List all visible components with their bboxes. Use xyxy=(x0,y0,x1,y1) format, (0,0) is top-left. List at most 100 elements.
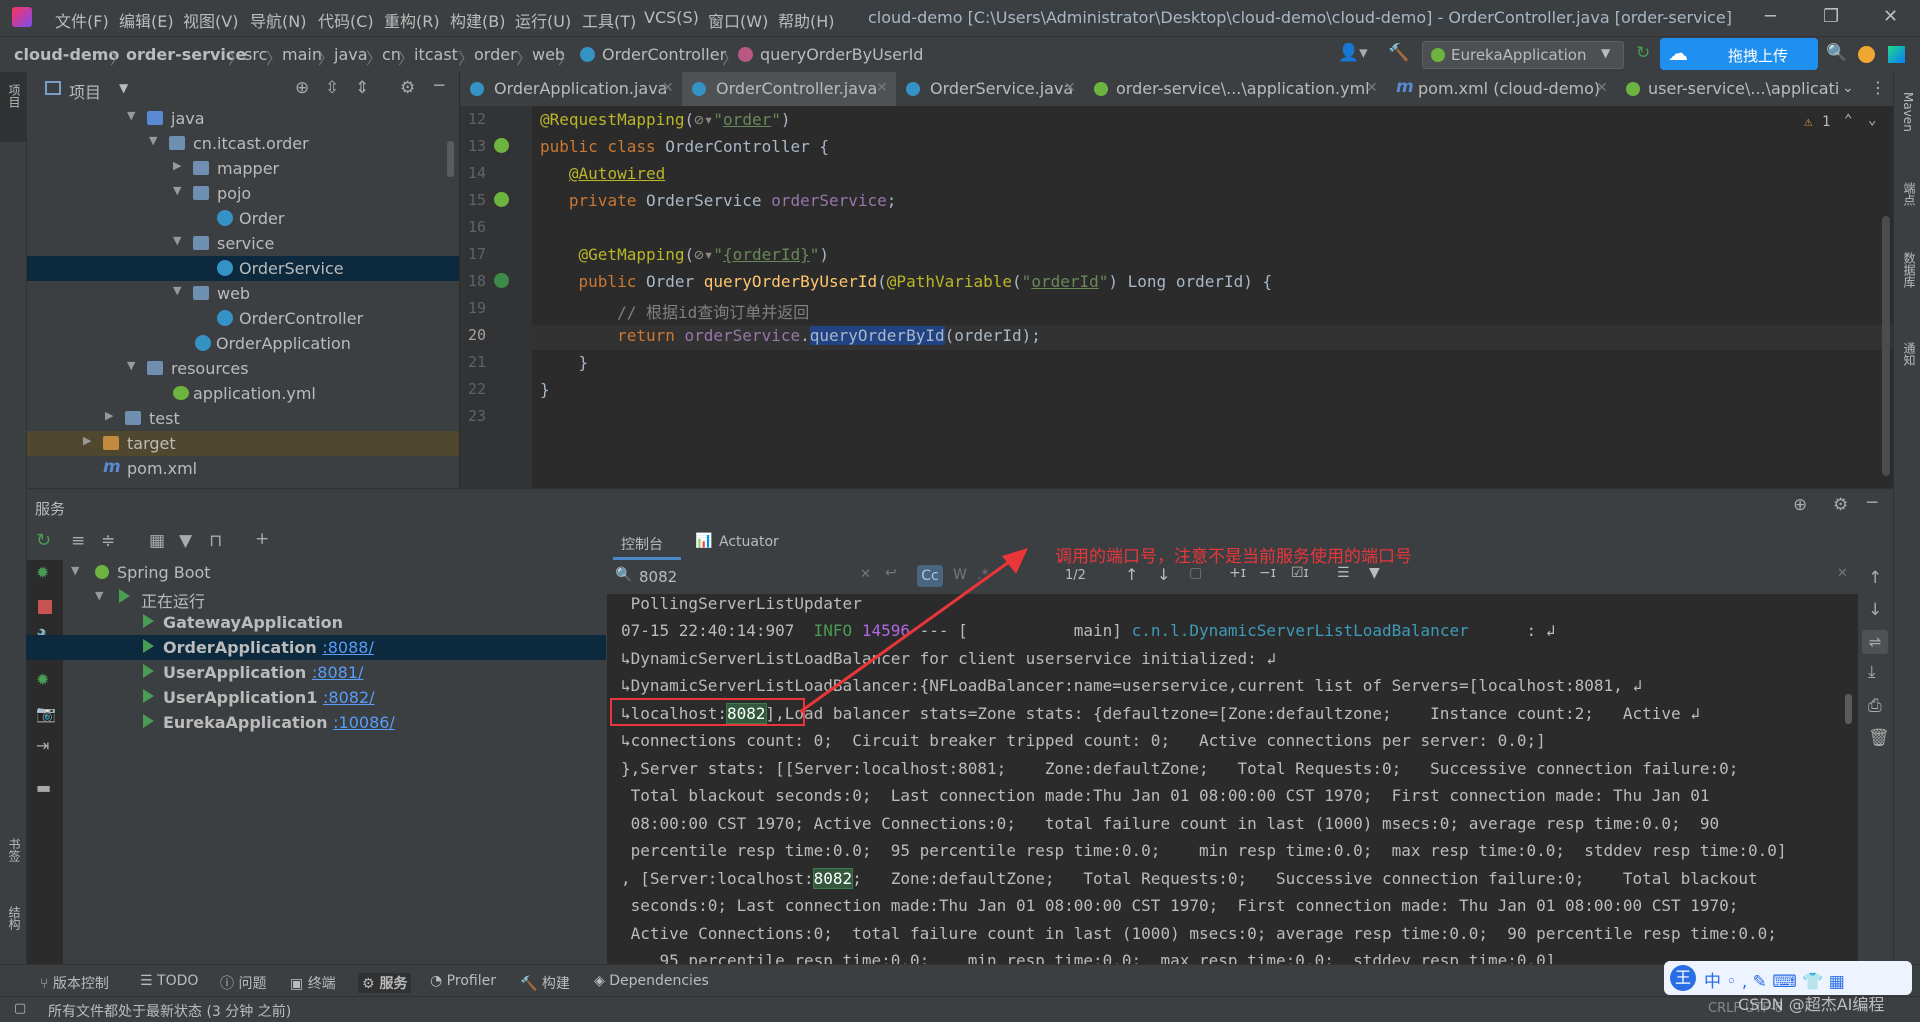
add-occurrence-icon[interactable]: +ɪ xyxy=(1229,565,1246,581)
breadcrumb-java[interactable]: java xyxy=(334,45,368,64)
tab-console[interactable]: 控制台 xyxy=(613,524,681,560)
console-scrollbar[interactable] xyxy=(1845,694,1852,724)
running-group[interactable]: ▼ 正在运行 xyxy=(63,585,643,611)
menu-tools[interactable]: 工具(T) xyxy=(582,8,636,32)
build-hammer-icon[interactable]: 🔨 xyxy=(1388,43,1409,63)
tool-dependencies[interactable]: ◈ Dependencies xyxy=(594,973,709,989)
menu-vcs[interactable]: VCS(S) xyxy=(644,8,699,27)
chevron-down-icon[interactable]: ▼ xyxy=(71,564,79,577)
globe-icon[interactable]: ⊕ xyxy=(1793,495,1807,515)
breadcrumb-class[interactable]: OrderController xyxy=(602,45,726,64)
service-eureka[interactable]: EurekaApplication :10086/ xyxy=(63,710,643,735)
tree-scrollbar[interactable] xyxy=(447,141,454,177)
project-panel-title[interactable]: 项目 xyxy=(69,79,101,103)
stop-icon[interactable] xyxy=(38,600,52,614)
spring-boot-group[interactable]: ▼ Spring Boot xyxy=(63,560,643,585)
run-config-selector[interactable]: EurekaApplication ▼ xyxy=(1422,41,1624,69)
upload-button[interactable]: ☁ 拖拽上传 xyxy=(1660,38,1818,70)
locate-icon[interactable]: ⊕ xyxy=(295,78,309,98)
chevron-right-icon[interactable]: ▶ xyxy=(105,409,113,422)
breadcrumb-method[interactable]: queryOrderByUserId xyxy=(760,45,923,64)
tool-profiler[interactable]: ◔ Profiler xyxy=(430,973,496,989)
close-search-icon[interactable]: ✕ xyxy=(1837,566,1848,581)
structure-strip-label[interactable]: 结构 xyxy=(6,906,23,930)
restore-icon[interactable]: ❐ xyxy=(1823,6,1839,27)
endpoints-strip-label[interactable]: 端点 xyxy=(1901,182,1918,206)
breadcrumb-main[interactable]: main xyxy=(282,45,322,64)
tab-orderapplication[interactable]: OrderApplication.java ✕ xyxy=(460,72,682,106)
update-icon[interactable] xyxy=(1858,46,1875,63)
close-icon[interactable]: ✕ xyxy=(1596,80,1608,96)
tree-item-pom[interactable]: m pom.xml xyxy=(27,456,459,481)
bookmarks-strip-label[interactable]: 书签 xyxy=(6,838,23,862)
menu-help[interactable]: 帮助(H) xyxy=(778,8,835,32)
service-port-link[interactable]: :8081/ xyxy=(312,663,364,682)
new-tab-icon[interactable]: ⊓ xyxy=(209,531,222,551)
rerun-icon[interactable]: ↻ xyxy=(1636,43,1650,63)
menu-view[interactable]: 视图(V) xyxy=(183,8,238,32)
maven-strip-label[interactable]: Maven xyxy=(1901,92,1915,132)
tree-item-test[interactable]: ▶ test xyxy=(27,406,459,431)
chevron-down-icon[interactable]: ▼ xyxy=(173,284,181,297)
login-icon[interactable]: ⇥ xyxy=(36,736,49,755)
endpoint-gutter-icon[interactable] xyxy=(494,273,509,288)
add-icon[interactable]: + xyxy=(255,529,269,549)
tree-item-java[interactable]: ▼ java xyxy=(27,106,459,131)
tab-order-application-yml[interactable]: order-service\...\application.yml ✕ xyxy=(1084,72,1386,106)
expand-all-icon[interactable]: ≡ xyxy=(71,531,85,551)
tree-item-resources[interactable]: ▼ resources xyxy=(27,356,459,381)
database-strip-label[interactable]: 数据库 xyxy=(1901,252,1918,288)
tool-terminal[interactable]: ▣ 终端 xyxy=(290,973,336,993)
rerun-icon[interactable]: ↻ xyxy=(36,530,51,551)
tool-todo[interactable]: ☰ TODO xyxy=(140,973,198,989)
warning-icon[interactable]: ⚠ xyxy=(1804,114,1812,130)
next-match-icon[interactable]: ↓ xyxy=(1157,565,1170,584)
chevron-down-icon[interactable]: ▼ xyxy=(95,589,103,602)
chevron-down-icon[interactable]: ▼ xyxy=(149,134,157,147)
debug-icon[interactable]: ✹ xyxy=(36,563,49,582)
tree-item-mapper[interactable]: ▶ mapper xyxy=(27,156,459,181)
close-icon[interactable]: ✕ xyxy=(1883,6,1898,27)
filter-lines-icon[interactable]: ☰ xyxy=(1337,565,1350,581)
chevron-right-icon[interactable]: ▶ xyxy=(83,434,91,447)
spring-bean-gutter-icon[interactable] xyxy=(494,192,509,207)
close-icon[interactable]: ✕ xyxy=(1366,80,1378,96)
close-icon[interactable]: ✕ xyxy=(1064,80,1076,96)
intellij-logo-icon[interactable] xyxy=(12,7,32,27)
tool-build[interactable]: 🔨 构建 xyxy=(520,973,570,993)
chevron-down-icon[interactable]: ▼ xyxy=(127,359,135,372)
close-icon[interactable]: ✕ xyxy=(876,80,888,96)
editor-scrollbar[interactable] xyxy=(1882,216,1890,476)
group-icon[interactable]: ▦ xyxy=(149,531,165,551)
layout-icon[interactable]: ▬ xyxy=(36,778,51,797)
tab-orderservice[interactable]: OrderService.java ✕ xyxy=(896,72,1084,106)
hide-icon[interactable]: ─ xyxy=(434,76,444,96)
ime-toolbar[interactable]: 王 中 ◦ , ✎ ⌨ 👕 ▦ xyxy=(1664,961,1912,995)
scroll-to-end-icon[interactable]: ⤓ xyxy=(1868,662,1876,682)
scroll-down-icon[interactable]: ↓ xyxy=(1868,600,1882,620)
layout-toggle-icon[interactable]: ▢ xyxy=(14,1001,26,1016)
tab-ordercontroller[interactable]: OrderController.java ✕ xyxy=(682,72,896,109)
warning-count[interactable]: 1 xyxy=(1822,114,1830,130)
tree-item-target[interactable]: ▶ target xyxy=(27,431,459,456)
breadcrumb-itcast[interactable]: itcast xyxy=(414,45,458,64)
chevron-down-icon[interactable]: ⌄ xyxy=(1842,80,1854,96)
menu-navigate[interactable]: 导航(N) xyxy=(250,8,306,32)
remove-occurrence-icon[interactable]: −ɪ xyxy=(1259,565,1276,581)
tab-actuator[interactable]: 📊 Actuator xyxy=(695,524,791,560)
debug-icon[interactable]: ✹ xyxy=(36,670,49,689)
filter-icon[interactable]: ▼ xyxy=(179,531,192,551)
select-all-icon[interactable]: ▢ xyxy=(1189,565,1202,581)
chevron-right-icon[interactable]: ▶ xyxy=(173,159,181,172)
tree-item-orderservice[interactable]: OrderService xyxy=(27,256,459,281)
tree-item-order[interactable]: Order xyxy=(27,206,459,231)
menu-refactor[interactable]: 重构(R) xyxy=(384,8,440,32)
gear-icon[interactable]: ⚙ xyxy=(1833,495,1848,515)
soft-wrap-icon[interactable]: ⇌ xyxy=(1862,630,1888,654)
menu-edit[interactable]: 编辑(E) xyxy=(119,8,174,32)
menu-build[interactable]: 构建(B) xyxy=(450,8,505,32)
gear-icon[interactable]: ⚙ xyxy=(400,78,415,98)
collapse-all-icon[interactable]: ⇕ xyxy=(355,78,369,98)
previous-match-icon[interactable]: ↑ xyxy=(1125,565,1138,584)
tree-item-package[interactable]: ▼ cn.itcast.order xyxy=(27,131,459,156)
